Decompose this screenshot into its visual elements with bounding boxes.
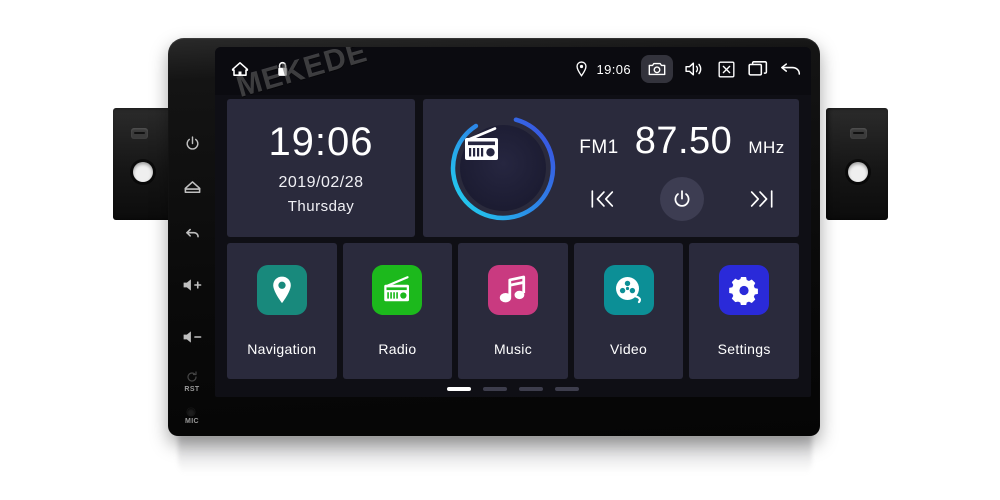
- hardware-button-strip: RST MIC: [171, 52, 215, 432]
- app-tile-label: Navigation: [247, 341, 317, 357]
- film-reel-icon: [615, 277, 641, 304]
- recent-apps-icon[interactable]: [747, 58, 769, 80]
- status-bar-right-group: 19:06: [572, 55, 801, 83]
- hw-home-button[interactable]: [179, 174, 205, 200]
- status-bar: MEKEDE 19:06: [215, 47, 811, 104]
- mic-icon: [187, 408, 195, 416]
- app-tile-navigation[interactable]: Navigation: [227, 243, 337, 379]
- app-tile-label: Settings: [717, 341, 771, 357]
- clock-weekday: Thursday: [287, 197, 355, 215]
- bracket-screw: [131, 128, 148, 139]
- location-pin-icon: [273, 276, 291, 304]
- hw-back-button[interactable]: [179, 220, 205, 246]
- clock-widget[interactable]: 19:06 2019/02/28 Thursday: [227, 99, 415, 237]
- hw-mic-label: MIC: [184, 418, 200, 425]
- radio-frequency-row: FM1 87.50 MHz: [577, 120, 787, 163]
- video-tile-icon: [603, 265, 654, 315]
- hw-power-button[interactable]: [179, 130, 205, 156]
- radio-widget[interactable]: FM1 87.50 MHz: [423, 99, 799, 237]
- music-tile-icon: [487, 265, 538, 315]
- hw-reset-button[interactable]: [179, 370, 205, 384]
- screenshot-button[interactable]: [641, 55, 673, 83]
- gear-icon: [729, 276, 759, 305]
- radio-dial-core: [460, 125, 546, 211]
- radio-tile-icon: [372, 265, 423, 315]
- bracket-hole: [133, 162, 153, 182]
- page-dot-4[interactable]: [555, 387, 579, 391]
- home-icon: [184, 180, 200, 193]
- volume-down-icon: [183, 331, 201, 343]
- app-tile-settings[interactable]: Settings: [689, 243, 799, 379]
- app-tile-label: Music: [493, 341, 533, 357]
- bracket-hole: [848, 162, 868, 182]
- power-icon: [674, 189, 690, 207]
- close-box-icon[interactable]: [715, 58, 737, 80]
- widget-row: 19:06 2019/02/28 Thursday FM1 87.50 MHz: [227, 99, 799, 237]
- radio-icon: [384, 276, 410, 302]
- navigation-tile-icon: [256, 265, 307, 315]
- app-tile-video[interactable]: Video: [573, 243, 684, 379]
- music-note-icon: [499, 275, 526, 303]
- device-reflection: [178, 434, 812, 476]
- touchscreen[interactable]: MEKEDE 19:06 19:06 2019/02/28 Thursday F…: [215, 47, 811, 397]
- app-tile-row: Navigation Radio Music Video Settings: [227, 243, 799, 379]
- page-dot-1[interactable]: [447, 387, 471, 391]
- radio-icon: [465, 127, 498, 160]
- reset-icon: [187, 371, 197, 382]
- radio-controls: [577, 176, 787, 221]
- app-tile-radio[interactable]: Radio: [342, 243, 453, 379]
- back-arrow-icon: [185, 228, 199, 237]
- location-pin-icon: [572, 60, 590, 78]
- status-bar-clock: 19:06: [596, 61, 631, 77]
- hw-reset-label: RST: [184, 386, 200, 393]
- hw-volume-up-button[interactable]: [179, 272, 205, 298]
- lock-icon[interactable]: [273, 60, 291, 78]
- clock-date: 2019/02/28: [278, 173, 364, 191]
- page-dot-2[interactable]: [483, 387, 507, 391]
- skip-next-icon[interactable]: [746, 185, 776, 213]
- radio-dial[interactable]: [447, 112, 559, 224]
- mounting-bracket-right: [826, 108, 888, 220]
- radio-band-label: FM1: [579, 136, 619, 158]
- skip-previous-icon[interactable]: [588, 185, 618, 213]
- camera-icon: [648, 60, 666, 78]
- screenshot-stage: RST MIC MEKEDE 19:06 19:06 2019/02/28 Th…: [0, 0, 1000, 500]
- settings-tile-icon: [719, 265, 770, 315]
- radio-frequency-value: 87.50: [634, 119, 733, 162]
- page-indicator[interactable]: [215, 387, 811, 391]
- back-arrow-icon[interactable]: [779, 58, 801, 80]
- mounting-bracket-left: [113, 108, 175, 220]
- home-icon[interactable]: [229, 58, 251, 80]
- bracket-screw: [850, 128, 867, 139]
- hw-volume-down-button[interactable]: [179, 324, 205, 350]
- time-with-location: 19:06: [572, 60, 631, 78]
- clock-time: 19:06: [268, 119, 374, 164]
- app-tile-label: Radio: [378, 341, 417, 357]
- radio-frequency-unit: MHz: [748, 137, 785, 157]
- status-bar-left-group: [229, 58, 291, 80]
- volume-icon[interactable]: [683, 58, 705, 80]
- radio-power-button[interactable]: [660, 176, 704, 221]
- volume-up-icon: [183, 279, 201, 291]
- radio-info: FM1 87.50 MHz: [559, 116, 799, 221]
- page-dot-3[interactable]: [519, 387, 543, 391]
- power-icon: [186, 135, 198, 150]
- car-head-unit-device: RST MIC MEKEDE 19:06 19:06 2019/02/28 Th…: [168, 38, 820, 436]
- app-tile-label: Video: [610, 341, 648, 357]
- app-tile-music[interactable]: Music: [458, 243, 568, 379]
